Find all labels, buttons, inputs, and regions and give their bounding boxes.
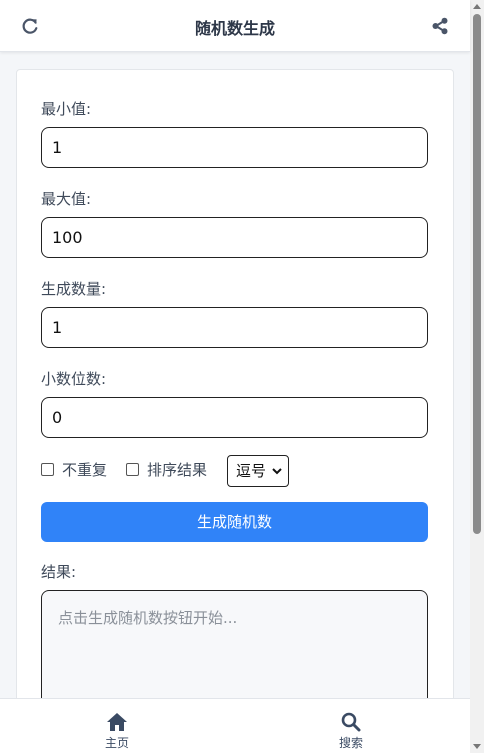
no-repeat-label: 不重复 [62,461,108,479]
scroll-down-icon[interactable] [473,744,481,749]
checkbox-box[interactable] [41,463,54,476]
count-input[interactable]: 1 [41,307,428,348]
app-root: 随机数生成 最小值: 1 最大值: 100 生成数量: 1 小数位数: 0 不重… [0,0,484,753]
no-repeat-checkbox[interactable]: 不重复 [41,459,107,480]
min-label: 最小值: [41,100,92,118]
share-icon[interactable] [431,17,449,35]
checkbox-box[interactable] [126,463,139,476]
result-textarea[interactable]: 点击生成随机数按钮开始... [41,590,428,698]
count-label: 生成数量: [41,280,107,298]
decimals-input[interactable]: 0 [41,397,428,438]
separator-selected-value: 逗号 [236,462,267,480]
generator-card: 最小值: 1 最大值: 100 生成数量: 1 小数位数: 0 不重复 排序结果… [16,69,454,698]
home-icon [107,713,127,731]
nav-home[interactable]: 主页 [87,712,147,751]
max-input[interactable]: 100 [41,217,428,258]
result-label: 结果: [41,563,77,581]
sort-label: 排序结果 [147,461,208,479]
bottom-nav: 主页 搜索 [0,698,470,753]
nav-search[interactable]: 搜索 [321,712,381,751]
generate-button[interactable]: 生成随机数 [41,502,428,542]
min-input[interactable]: 1 [41,127,428,168]
scrollbar-thumb[interactable] [473,14,481,534]
refresh-icon[interactable] [20,16,40,36]
nav-search-label: 搜索 [338,736,363,750]
chevron-down-icon [272,468,282,475]
content-area: 最小值: 1 最大值: 100 生成数量: 1 小数位数: 0 不重复 排序结果… [0,52,470,698]
page-title: 随机数生成 [194,19,275,38]
nav-home-label: 主页 [104,736,129,750]
search-icon [341,712,361,732]
decimals-label: 小数位数: [41,370,107,388]
separator-select[interactable]: 逗号 [227,455,289,487]
max-label: 最大值: [41,190,92,208]
top-bar: 随机数生成 [0,0,470,52]
scroll-up-icon[interactable] [473,4,481,9]
result-placeholder: 点击生成随机数按钮开始... [58,609,238,627]
sort-checkbox[interactable]: 排序结果 [126,459,207,480]
